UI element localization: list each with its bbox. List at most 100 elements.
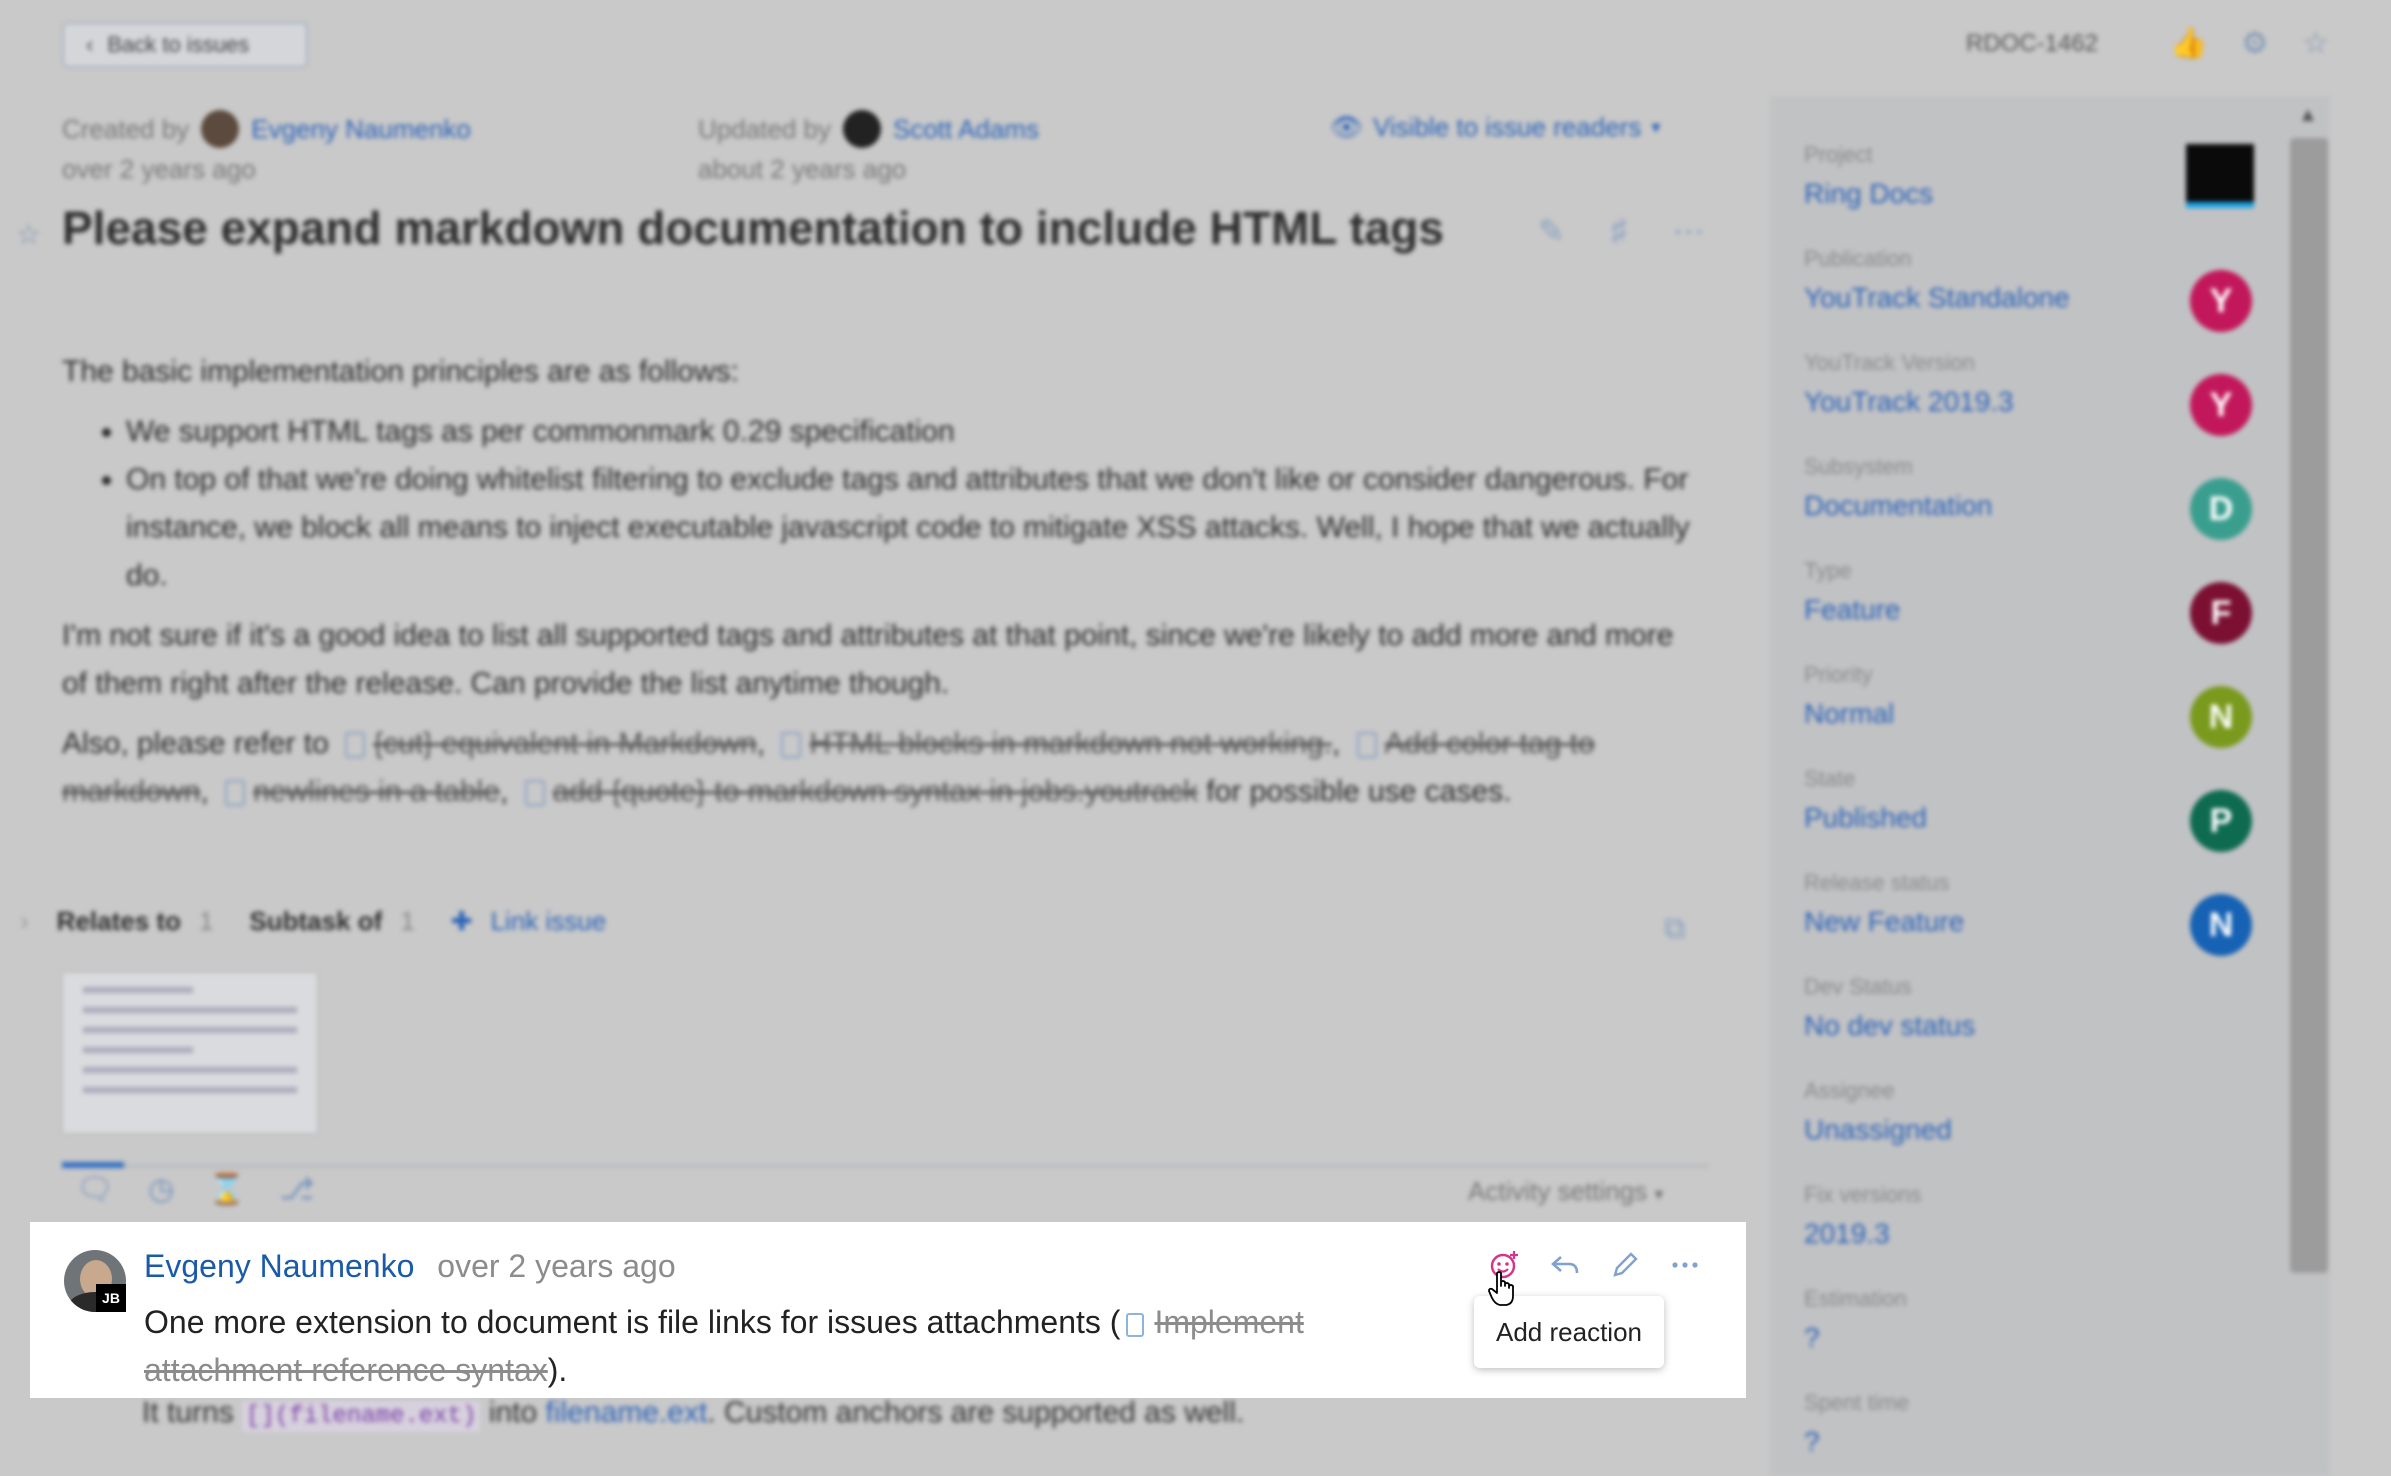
- back-to-issues-button[interactable]: ‹ Back to issues: [62, 22, 308, 68]
- field-value[interactable]: ?: [1804, 1426, 1909, 1458]
- field-label: Assignee: [1804, 1078, 1895, 1103]
- issue-description: The basic implementation principles are …: [62, 348, 1702, 816]
- copy-icon[interactable]: ⧉: [1664, 912, 1685, 946]
- issue-id[interactable]: RDOC-1462: [1966, 30, 2098, 58]
- more-icon[interactable]: ⋯: [1673, 212, 1705, 250]
- field-label: Priority: [1804, 662, 1873, 687]
- field-label: State: [1804, 766, 1856, 791]
- sidebar-field[interactable]: Publication YouTrack Standalone: [1804, 246, 2070, 314]
- created-by-block: Created by Evgeny Naumenko over 2 years …: [62, 110, 471, 185]
- edit-icon[interactable]: [1608, 1248, 1642, 1282]
- updated-by-block: Updated by Scott Adams about 2 years ago: [698, 110, 1039, 185]
- next-line-suffix: . Custom anchors are supported as well.: [707, 1396, 1245, 1429]
- star-icon[interactable]: ☆: [16, 218, 41, 251]
- issue-link[interactable]: {cut} equivalent in Markdown: [373, 727, 757, 760]
- field-label: Estimation: [1804, 1286, 1907, 1311]
- field-value[interactable]: YouTrack 2019.3: [1804, 386, 2014, 418]
- comment-text-prefix: One more extension to document is file l…: [144, 1304, 1121, 1340]
- thumbs-up-icon[interactable]: 👍: [2170, 26, 2207, 61]
- comment-text-suffix: ).: [547, 1352, 568, 1388]
- reply-icon[interactable]: [1548, 1248, 1582, 1282]
- list-item: On top of that we're doing whitelist fil…: [126, 456, 1702, 600]
- field-value-badge: F: [2190, 582, 2252, 644]
- description-intro: The basic implementation principles are …: [62, 355, 739, 388]
- inline-code: [](filename.ext): [242, 1401, 481, 1432]
- comment-header: Evgeny Naumenko over 2 years ago: [144, 1248, 676, 1285]
- relates-to-label[interactable]: Relates to: [57, 906, 181, 937]
- field-value[interactable]: No dev status: [1804, 1010, 1975, 1042]
- sidebar-field[interactable]: Assignee Unassigned: [1804, 1078, 1952, 1146]
- sidebar-field[interactable]: YouTrack Version YouTrack 2019.3: [1804, 350, 2014, 418]
- sidebar-field[interactable]: Priority Normal: [1804, 662, 1894, 730]
- tag-icon[interactable]: ♯: [1611, 212, 1627, 250]
- plus-icon: ✚: [450, 906, 473, 936]
- field-value[interactable]: Documentation: [1804, 490, 1992, 522]
- created-by-label: Created by: [62, 113, 190, 144]
- work-items-tab-icon[interactable]: ⌛: [208, 1172, 245, 1207]
- description-list: We support HTML tags as per commonmark 0…: [62, 408, 1702, 600]
- field-value[interactable]: Ring Docs: [1804, 178, 1933, 210]
- issue-link-icon: [225, 780, 246, 807]
- comments-tab-icon[interactable]: 🗨: [76, 1172, 114, 1207]
- field-label: Fix versions: [1804, 1182, 1922, 1207]
- created-author-link[interactable]: Evgeny Naumenko: [251, 114, 471, 145]
- next-line-prefix: It turns: [142, 1396, 234, 1429]
- avatar: [842, 110, 881, 148]
- settings-icon[interactable]: ⚙: [2241, 26, 2268, 61]
- active-tab-indicator: [62, 1162, 124, 1168]
- more-icon[interactable]: [1668, 1248, 1702, 1282]
- star-icon[interactable]: ☆: [2302, 26, 2329, 61]
- field-value[interactable]: 2019.3: [1804, 1218, 1921, 1250]
- field-value[interactable]: Normal: [1804, 698, 1894, 730]
- visibility-dropdown[interactable]: 👁 Visible to issue readers ▾: [1330, 112, 1660, 143]
- field-value[interactable]: YouTrack Standalone: [1804, 282, 2070, 314]
- list-item: We support HTML tags as per commonmark 0…: [126, 408, 1702, 456]
- updated-by-label: Updated by: [698, 113, 831, 144]
- issue-link-icon: [1126, 1312, 1145, 1337]
- sidebar-scrollbar[interactable]: [2290, 138, 2328, 1273]
- visibility-label: Visible to issue readers: [1373, 112, 1642, 142]
- sidebar-field[interactable]: Project Ring Docs: [1804, 142, 1933, 210]
- issue-link[interactable]: HTML blocks in markdown not working.: [809, 727, 1331, 760]
- chevron-right-icon[interactable]: ›: [20, 906, 29, 937]
- issue-link-icon: [781, 732, 802, 759]
- field-value[interactable]: Published: [1804, 802, 1927, 834]
- activity-settings-dropdown[interactable]: Activity settings ▾: [1468, 1176, 1663, 1207]
- comment-timestamp[interactable]: over 2 years ago: [437, 1248, 675, 1284]
- sidebar-field[interactable]: Release status New Feature: [1804, 870, 1964, 938]
- next-comment-text: It turns [](filename.ext) into filename.…: [142, 1396, 1245, 1432]
- issue-title: Please expand markdown documentation to …: [62, 202, 1444, 254]
- comment-text: One more extension to document is file l…: [144, 1298, 1344, 1394]
- field-value-badge: Y: [2190, 374, 2252, 436]
- references-prefix: Also, please refer to: [62, 727, 329, 760]
- sidebar-field[interactable]: Type Feature: [1804, 558, 1901, 626]
- chevron-down-icon: ▾: [1654, 1184, 1664, 1204]
- issue-link[interactable]: newlines in a table: [253, 775, 500, 808]
- issue-link[interactable]: add {quote} to markdown syntax in jobs.y…: [553, 775, 1198, 808]
- file-link[interactable]: filename.ext: [546, 1396, 708, 1429]
- pencil-icon[interactable]: ✎: [1538, 212, 1565, 250]
- field-label: Type: [1804, 558, 1852, 583]
- field-value[interactable]: Feature: [1804, 594, 1901, 626]
- field-value-badge: P: [2190, 790, 2252, 852]
- activity-settings-label: Activity settings: [1468, 1176, 1648, 1206]
- sidebar-field[interactable]: State Published: [1804, 766, 1927, 834]
- comment-author-link[interactable]: Evgeny Naumenko: [144, 1248, 414, 1284]
- attachment-thumbnail[interactable]: [62, 972, 318, 1134]
- sidebar-field[interactable]: Dev Status No dev status: [1804, 974, 1975, 1042]
- updated-author-link[interactable]: Scott Adams: [893, 114, 1039, 145]
- scroll-up-arrow[interactable]: ▲: [2298, 104, 2318, 127]
- issue-links-row: › Relates to 1 Subtask of 1 ✚ Link issue: [20, 906, 606, 937]
- sidebar-field[interactable]: Fix versions 2019.3: [1804, 1182, 1921, 1250]
- field-value[interactable]: ?: [1804, 1322, 1907, 1354]
- sidebar-field[interactable]: Estimation?: [1804, 1286, 1907, 1354]
- sidebar-field[interactable]: Spent time?: [1804, 1390, 1909, 1458]
- field-value[interactable]: Unassigned: [1804, 1114, 1952, 1146]
- field-value[interactable]: New Feature: [1804, 906, 1964, 938]
- link-issue-button[interactable]: Link issue: [491, 906, 607, 937]
- history-tab-icon[interactable]: ◷: [148, 1172, 174, 1207]
- subtask-of-label[interactable]: Subtask of: [249, 906, 382, 937]
- vcs-changes-tab-icon[interactable]: ⎇: [280, 1172, 315, 1207]
- sidebar-field[interactable]: Subsystem Documentation: [1804, 454, 1992, 522]
- issue-link-icon: [524, 780, 545, 807]
